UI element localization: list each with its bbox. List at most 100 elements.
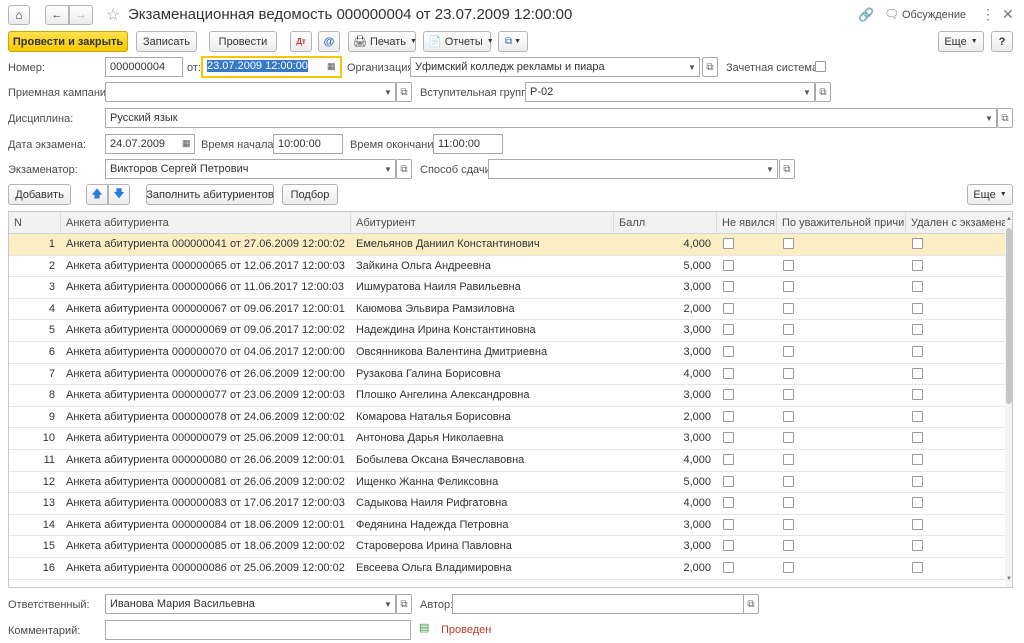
cell-form[interactable]: Анкета абитуриента 000000066 от 11.06.20… xyxy=(61,277,351,298)
column-header-score[interactable]: Балл xyxy=(614,212,717,234)
discussion-icon[interactable]: 🗨 xyxy=(884,7,899,21)
cell-form[interactable]: Анкета абитуриента 000000086 от 25.06.20… xyxy=(61,558,351,579)
favorite-star-icon[interactable]: ☆ xyxy=(106,5,120,25)
absent-checkbox[interactable] xyxy=(723,324,734,336)
absent-checkbox[interactable] xyxy=(723,540,734,552)
cell-n[interactable]: 13 xyxy=(9,493,61,514)
valid-reason-checkbox[interactable] xyxy=(783,238,794,249)
cell-form[interactable]: Анкета абитуриента 000000083 от 17.06.20… xyxy=(61,493,351,514)
table-row[interactable]: 10 Анкета абитуриента 000000079 от 25.06.… xyxy=(9,428,1005,450)
absent-checkbox[interactable] xyxy=(723,562,734,573)
cell-score[interactable]: 2,000 xyxy=(614,558,717,579)
save-button[interactable]: Записать xyxy=(136,31,197,52)
absent-checkbox[interactable] xyxy=(723,302,734,314)
examiner-field[interactable]: Викторов Сергей Петрович xyxy=(105,159,396,179)
cell-n[interactable]: 1 xyxy=(9,234,61,255)
absent-checkbox[interactable] xyxy=(723,432,734,444)
chevron-down-icon[interactable]: ▼ xyxy=(800,83,814,101)
method-open-button[interactable]: ⧉ xyxy=(779,159,795,179)
valid-reason-checkbox[interactable] xyxy=(783,475,794,487)
absent-checkbox[interactable] xyxy=(723,454,734,465)
valid-reason-checkbox[interactable] xyxy=(783,540,794,552)
table-row[interactable]: 13 Анкета абитуриента 000000083 от 17.06.… xyxy=(9,493,1005,515)
valid-reason-checkbox[interactable] xyxy=(783,259,794,271)
removed-checkbox[interactable] xyxy=(912,454,923,465)
valid-reason-checkbox[interactable] xyxy=(783,497,794,509)
cell-score[interactable]: 5,000 xyxy=(614,256,717,277)
cell-score[interactable]: 3,000 xyxy=(614,320,717,341)
valid-reason-checkbox[interactable] xyxy=(783,324,794,336)
back-button[interactable]: ← xyxy=(45,5,69,25)
home-button[interactable]: ⌂ xyxy=(8,5,30,25)
table-row[interactable]: 12 Анкета абитуриента 000000081 от 26.06.… xyxy=(9,472,1005,494)
more-vertical-icon[interactable]: ⋮ xyxy=(981,6,995,23)
cell-score[interactable]: 5,000 xyxy=(614,472,717,493)
cell-applicant[interactable]: Надеждина Ирина Константиновна xyxy=(351,320,614,341)
cell-score[interactable]: 3,000 xyxy=(614,536,717,557)
valid-reason-checkbox[interactable] xyxy=(783,454,794,465)
table-row[interactable]: 16 Анкета абитуриента 000000086 от 25.06.… xyxy=(9,558,1005,580)
table-row[interactable]: 1 Анкета абитуриента 000000041 от 27.06.2… xyxy=(9,234,1005,256)
table-row[interactable]: 14 Анкета абитуриента 000000084 от 18.06.… xyxy=(9,515,1005,537)
removed-checkbox[interactable] xyxy=(912,475,923,487)
table-row[interactable]: 11 Анкета абитуриента 000000080 от 26.06.… xyxy=(9,450,1005,472)
removed-checkbox[interactable] xyxy=(912,497,923,509)
cell-form[interactable]: Анкета абитуриента 000000078 от 24.06.20… xyxy=(61,407,351,428)
cell-n[interactable]: 7 xyxy=(9,364,61,385)
column-header-valid-reason[interactable]: По уважительной причине xyxy=(777,212,906,234)
cell-applicant[interactable]: Плошко Ангелина Александровна xyxy=(351,385,614,406)
cell-n[interactable]: 6 xyxy=(9,342,61,363)
removed-checkbox[interactable] xyxy=(912,540,923,552)
scroll-up-icon[interactable]: ▲ xyxy=(1005,214,1012,224)
responsible-open-button[interactable]: ⧉ xyxy=(396,594,412,614)
removed-checkbox[interactable] xyxy=(912,562,923,573)
absent-checkbox[interactable] xyxy=(723,410,734,422)
move-down-button[interactable]: 🡇 xyxy=(108,184,130,205)
campaign-field[interactable] xyxy=(105,82,396,102)
table-row[interactable]: 3 Анкета абитуриента 000000066 от 11.06.2… xyxy=(9,277,1005,299)
table-more-button[interactable]: Еще ▼ xyxy=(967,184,1013,205)
absent-checkbox[interactable] xyxy=(723,238,734,249)
chevron-down-icon[interactable]: ▼ xyxy=(685,58,699,76)
absent-checkbox[interactable] xyxy=(723,259,734,271)
cell-n[interactable]: 2 xyxy=(9,256,61,277)
cell-score[interactable]: 4,000 xyxy=(614,234,717,255)
cell-n[interactable]: 4 xyxy=(9,299,61,320)
close-icon[interactable]: ✕ xyxy=(1002,6,1014,23)
discussion-label[interactable]: Обсуждение xyxy=(902,9,966,21)
calendar-icon[interactable]: ▦ xyxy=(327,61,336,72)
fill-applicants-button[interactable]: Заполнить абитуриентов xyxy=(146,184,274,205)
cell-form[interactable]: Анкета абитуриента 000000084 от 18.06.20… xyxy=(61,515,351,536)
removed-checkbox[interactable] xyxy=(912,410,923,422)
cell-applicant[interactable]: Садыкова Наиля Рифгатовна xyxy=(351,493,614,514)
table-row[interactable]: 8 Анкета абитуриента 000000077 от 23.06.2… xyxy=(9,385,1005,407)
table-row[interactable]: 4 Анкета абитуриента 000000067 от 09.06.2… xyxy=(9,299,1005,321)
cell-form[interactable]: Анкета абитуриента 000000077 от 23.06.20… xyxy=(61,385,351,406)
cell-n[interactable]: 14 xyxy=(9,515,61,536)
cell-applicant[interactable]: Комарова Наталья Борисовна xyxy=(351,407,614,428)
cell-n[interactable]: 16 xyxy=(9,558,61,579)
campaign-open-button[interactable]: ⧉ xyxy=(396,82,412,102)
table-row[interactable]: 7 Анкета абитуриента 000000076 от 26.06.2… xyxy=(9,364,1005,386)
cell-form[interactable]: Анкета абитуриента 000000081 от 26.06.20… xyxy=(61,472,351,493)
removed-checkbox[interactable] xyxy=(912,238,923,249)
cell-n[interactable]: 9 xyxy=(9,407,61,428)
chevron-down-icon[interactable]: ▼ xyxy=(381,160,395,178)
cell-score[interactable]: 4,000 xyxy=(614,450,717,471)
post-and-close-button[interactable]: Провести и закрыть xyxy=(8,31,128,52)
removed-checkbox[interactable] xyxy=(912,281,923,293)
more-button[interactable]: Еще ▼ xyxy=(938,31,984,52)
author-open-button[interactable]: ⧉ xyxy=(743,594,759,614)
valid-reason-checkbox[interactable] xyxy=(783,410,794,422)
removed-checkbox[interactable] xyxy=(912,367,923,379)
move-up-button[interactable]: 🡅 xyxy=(86,184,108,205)
cell-applicant[interactable]: Каюмова Эльвира Рамзиловна xyxy=(351,299,614,320)
cell-score[interactable]: 4,000 xyxy=(614,493,717,514)
removed-checkbox[interactable] xyxy=(912,324,923,336)
link-icon[interactable]: 🔗 xyxy=(858,7,874,23)
absent-checkbox[interactable] xyxy=(723,346,734,357)
cell-n[interactable]: 15 xyxy=(9,536,61,557)
removed-checkbox[interactable] xyxy=(912,432,923,444)
cell-form[interactable]: Анкета абитуриента 000000065 от 12.06.20… xyxy=(61,256,351,277)
cell-applicant[interactable]: Рузакова Галина Борисовна xyxy=(351,364,614,385)
